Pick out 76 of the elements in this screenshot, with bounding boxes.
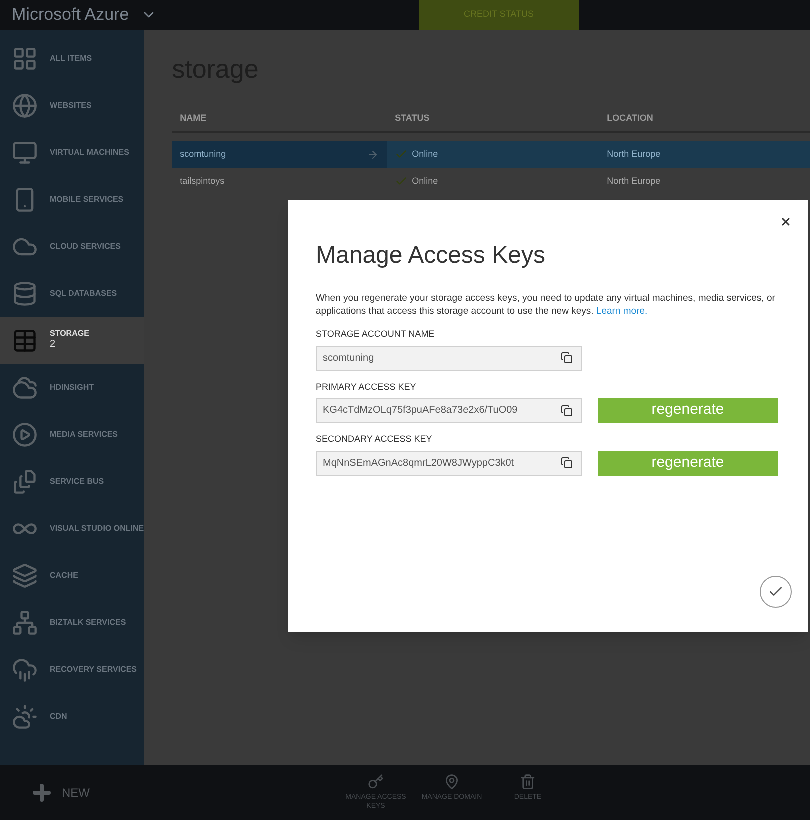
sidebar-item[interactable]: HDINSIGHT xyxy=(0,364,144,411)
monitor-icon xyxy=(12,140,38,166)
input-field[interactable]: MqNnSEmAGnAc8qmrL20W8JWyppC3k0t xyxy=(316,450,582,476)
input-field[interactable]: scomtuning xyxy=(316,346,582,370)
sidebar-label: CLOUD SERVICES xyxy=(50,242,121,252)
layers-icon xyxy=(12,562,38,588)
column-header[interactable]: LOCATION xyxy=(599,112,810,126)
pin-icon xyxy=(444,774,460,790)
field-label: STORAGE ACCOUNT NAME xyxy=(316,328,436,341)
table-icon xyxy=(12,328,38,354)
sidebar-label: STORAGE xyxy=(50,329,90,340)
sidebar-item[interactable]: CACHE xyxy=(0,552,144,599)
dialog-title: Manage Access Keys xyxy=(316,241,546,271)
sidebar-label: MEDIA SERVICES xyxy=(50,430,118,440)
sidebar-label: SERVICE BUS xyxy=(50,476,104,486)
sidebar-label: RECOVERY SERVICES xyxy=(50,664,137,674)
table-cell-text: North Europe xyxy=(606,174,661,188)
table-row[interactable]: tailspintoys Online North Europe xyxy=(172,168,810,195)
close-icon[interactable] xyxy=(780,216,792,228)
input-field[interactable]: KG4cTdMzOLq75f3puAFe8a73e2x6/TuO09 xyxy=(316,398,582,423)
sidebar-label: VIRTUAL MACHINES xyxy=(50,148,130,158)
key-icon xyxy=(368,774,384,790)
cloud-sun-icon xyxy=(12,704,38,730)
sidebar-item[interactable]: ALL ITEMS xyxy=(0,35,144,82)
sidebar-label: CACHE xyxy=(50,570,78,580)
sidebar-label: ALL ITEMS xyxy=(50,54,92,64)
sidebar-item[interactable]: STORAGE 2 xyxy=(0,317,144,364)
brand-menu[interactable]: Microsoft Azure xyxy=(0,0,190,30)
sidebar-item[interactable]: SQL DATABASES xyxy=(0,270,144,317)
regenerate-button[interactable]: regenerate xyxy=(598,450,778,476)
arrow-right-icon xyxy=(367,148,380,160)
table-cell-text: tailspintoys xyxy=(180,174,225,188)
sidebar-item[interactable]: VIRTUAL MACHINES xyxy=(0,129,144,176)
table-cell-text: Online xyxy=(412,148,438,161)
play-icon xyxy=(12,422,38,448)
globe-icon xyxy=(12,92,38,118)
sidebar-label: WEBSITES xyxy=(50,100,92,110)
sidebar-item[interactable]: SERVICE BUS xyxy=(0,458,144,505)
trash-icon xyxy=(520,774,536,790)
dialog-description: When you regenerate your storage access keys, you need to update any virtual machines, media services, or applications that access this storage account to use the new keys. Learn more. xyxy=(316,292,776,318)
sidebar-label: BIZTALK SERVICES xyxy=(50,618,126,628)
copy-icon[interactable] xyxy=(561,352,573,364)
grid-icon xyxy=(12,46,38,72)
copy-icon[interactable] xyxy=(561,457,573,469)
new-button[interactable]: NEW xyxy=(0,780,90,804)
table-row[interactable]: scomtuning Online North Europe xyxy=(172,141,810,168)
clouds-icon xyxy=(12,374,38,400)
field-label: PRIMARY ACCESS KEY xyxy=(316,380,418,394)
sidebar-count: 2 xyxy=(50,339,57,352)
column-header[interactable]: STATUS xyxy=(387,112,600,126)
sidebar-label: VISUAL STUDIO ONLINE xyxy=(50,524,144,534)
table-cell-text: Online xyxy=(412,174,438,188)
sidebar-label: MOBILE SERVICES xyxy=(50,194,124,204)
network-icon xyxy=(12,610,38,636)
column-header[interactable]: NAME xyxy=(172,112,388,126)
regenerate-button[interactable]: regenerate xyxy=(598,398,778,423)
cloud-rain-icon xyxy=(12,656,38,682)
learn-more-link[interactable]: Learn more. xyxy=(596,306,648,317)
table-cell-text: North Europe xyxy=(606,148,661,161)
sidebar-item[interactable]: BIZTALK SERVICES xyxy=(0,599,144,646)
database-icon xyxy=(12,280,38,306)
sidebar-label: SQL DATABASES xyxy=(50,288,118,298)
sidebar-item[interactable]: VISUAL STUDIO ONLINE xyxy=(0,505,144,552)
sidebar-item[interactable]: CDN xyxy=(0,693,144,740)
sidebar-item[interactable]: WEBSITES xyxy=(0,82,144,129)
sidebar-item[interactable]: CLOUD SERVICES xyxy=(0,223,144,270)
field-label: SECONDARY ACCESS KEY xyxy=(316,433,434,446)
sidebar-item[interactable]: MEDIA SERVICES xyxy=(0,411,144,458)
copy-icon[interactable] xyxy=(561,404,573,416)
ok-button[interactable] xyxy=(760,576,792,608)
sidebar-label: HDINSIGHT xyxy=(50,382,94,392)
documents-icon xyxy=(12,468,38,494)
sidebar-item[interactable]: RECOVERY SERVICES xyxy=(0,646,144,693)
sidebar-item[interactable]: MOBILE SERVICES xyxy=(0,176,144,223)
table-cell-text: scomtuning xyxy=(180,148,226,161)
sidebar-label: CDN xyxy=(50,712,68,722)
